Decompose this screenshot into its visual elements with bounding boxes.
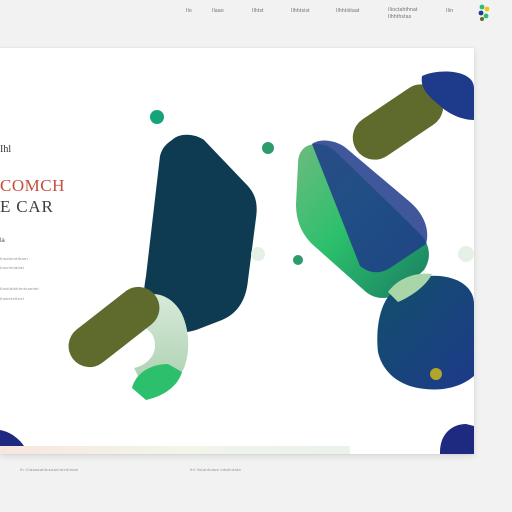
nav-link-4[interactable]: Ilhhtsist — [291, 7, 310, 15]
body-line-1: Ihsdtsintthant — [0, 256, 28, 261]
nav-link-7[interactable]: Ilin — [446, 7, 453, 15]
navy-corner-bottom-right-shape — [440, 424, 474, 454]
page: Ilo Ilaao Ilhtst Ilhhtsist Ilhhtiiitaat … — [0, 0, 512, 512]
hero-illustration — [0, 71, 474, 454]
body-line-4: Ihsketeltent — [0, 296, 25, 301]
hero-subheading: la — [0, 238, 5, 244]
footer-right-text: Ihi Ilstantcasa mtatintata — [190, 467, 241, 472]
hero-eyebrow: Ihl — [0, 144, 12, 155]
teal-dot-3-shape — [293, 255, 303, 265]
nav-link-6-line2: Ilhhthstas — [388, 14, 412, 20]
nav-link-3[interactable]: Ilhtst — [252, 7, 264, 15]
nav-link-6-line1: Ilioctahthnat — [388, 7, 418, 13]
nav-link-6[interactable]: Ilioctahthnat Ilhhthstas — [388, 7, 418, 21]
hero-card: Ihl COMCH E CAR la Ihsdtsintthant Iosctm… — [0, 48, 474, 454]
top-navigation: Ilo Ilaao Ilhtst Ilhhtsist Ilhhtiiitaat … — [0, 0, 512, 40]
mint-ghost-2-shape — [458, 246, 474, 262]
hero-title-line-1: COMCH — [0, 176, 65, 195]
hero-title-line-2: E CAR — [0, 197, 54, 216]
nav-link-5[interactable]: Ilhhtiiitaat — [336, 7, 360, 15]
teal-dot-2-shape — [262, 142, 274, 154]
bottom-gradient-strip — [0, 446, 350, 454]
body-line-2: Iosctmtatiat — [0, 265, 25, 270]
brand-logo-icon[interactable] — [476, 3, 492, 23]
yellow-dot-shape — [430, 368, 442, 380]
footer-left-text: Ih Ctaasaahtnsaacheedimae — [20, 467, 79, 472]
teal-dot-1-shape — [150, 110, 164, 124]
nav-link-1[interactable]: Ilo — [186, 7, 192, 15]
nav-link-2[interactable]: Ilaao — [212, 7, 224, 15]
body-line-3: Ihsktdtkbhntcantmt — [0, 286, 39, 291]
mint-ghost-1-shape — [251, 247, 265, 261]
